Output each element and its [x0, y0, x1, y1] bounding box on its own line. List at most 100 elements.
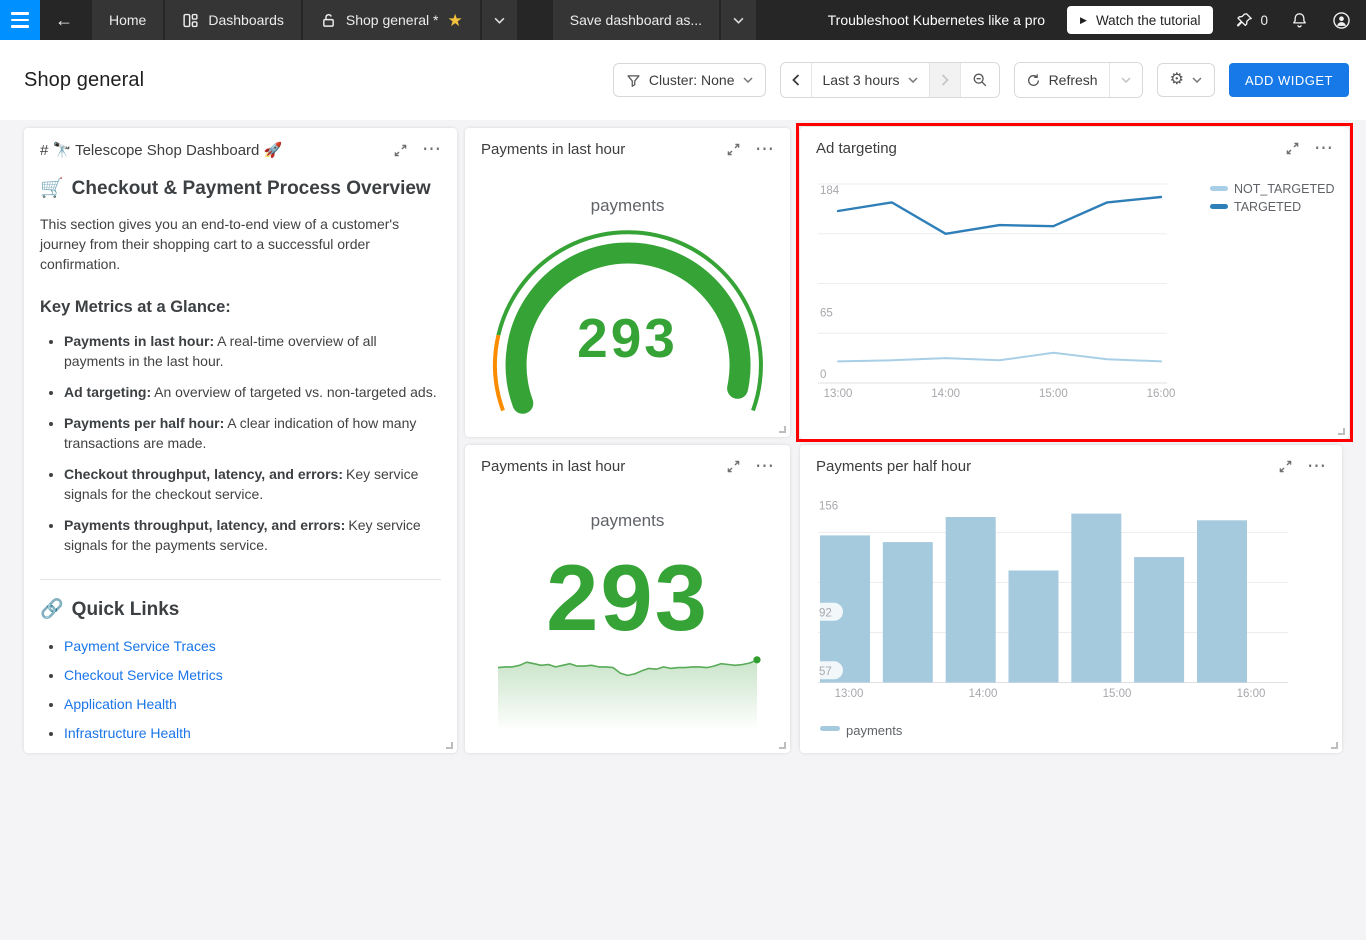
zoom-out-button[interactable] [960, 63, 999, 97]
refresh-icon [1026, 73, 1041, 88]
save-options-button[interactable] [721, 0, 756, 40]
sparkline-area [498, 660, 757, 731]
notifications-button[interactable] [1290, 11, 1309, 30]
widget-payments-number: Payments in last hour ⋯ payments 293 [465, 445, 790, 753]
x-axis-label: 13:00 [835, 688, 864, 700]
bar-15:00[interactable] [1071, 514, 1121, 683]
back-button[interactable]: ← [40, 0, 88, 40]
add-widget-button[interactable]: ADD WIDGET [1229, 63, 1349, 97]
gauge-chart [465, 128, 790, 437]
save-dashboard-as-button[interactable]: Save dashboard as... [553, 0, 719, 40]
chevron-down-icon [908, 77, 918, 83]
markdown-intro: This section gives you an end-to-end vie… [40, 214, 441, 274]
ad-targeting-chart: 18465013:0014:0015:0016:00NOT_TARGETEDTA… [800, 127, 1349, 439]
chevron-down-icon [494, 17, 505, 24]
bar-13:30[interactable] [883, 542, 933, 682]
list-item: Infrastructure Health [64, 724, 441, 743]
link-application-health[interactable]: Application Health [64, 696, 177, 712]
time-range-button[interactable]: Last 3 hours [811, 63, 929, 97]
watch-tutorial-button[interactable]: ▶ Watch the tutorial [1067, 6, 1213, 34]
navbar-right: Troubleshoot Kubernetes like a pro ▶ Wat… [828, 0, 1366, 40]
list-item: Checkout Service Metrics [64, 666, 441, 685]
svg-text:TARGETED: TARGETED [1234, 200, 1301, 214]
widget-payments-per-half-hour: Payments per half hour ⋯ 156925713:0014:… [800, 445, 1342, 753]
x-axis-label: 16:00 [1147, 388, 1176, 400]
tab-dashboards[interactable]: Dashboards [165, 0, 301, 40]
time-back-button[interactable] [781, 63, 811, 97]
x-axis-label: 16:00 [1237, 688, 1266, 700]
link-payment-service-traces[interactable]: Payment Service Traces [64, 638, 216, 654]
time-forward-button[interactable] [929, 63, 960, 97]
link-checkout-service-metrics[interactable]: Checkout Service Metrics [64, 667, 223, 683]
y-axis-label: 92 [819, 607, 832, 619]
chevron-down-icon [1192, 77, 1202, 83]
resize-handle[interactable] [779, 742, 786, 749]
gauge-value: 293 [465, 311, 790, 366]
lock-open-icon [320, 12, 337, 29]
bell-icon [1290, 11, 1309, 30]
refresh-control: Refresh [1014, 62, 1143, 98]
sparkline-chart [465, 445, 790, 753]
tab-shop-general[interactable]: Shop general * ★ [303, 0, 480, 40]
y-axis-label: 156 [819, 500, 838, 512]
markdown-body: 🛒Checkout & Payment Process Overview Thi… [24, 176, 457, 753]
page-header: Shop general Cluster: None Last 3 hours [0, 40, 1366, 120]
metrics-heading: Key Metrics at a Glance: [40, 298, 441, 317]
chevron-down-icon [1121, 77, 1131, 83]
y-axis-label: 0 [820, 369, 826, 381]
list-item: Checkout throughput, latency, and errors… [64, 464, 441, 504]
legend-item-TARGETED[interactable]: TARGETED [1210, 200, 1301, 214]
arrow-left-icon: ← [55, 10, 73, 31]
svg-text:NOT_TARGETED: NOT_TARGETED [1234, 182, 1334, 196]
avatar-icon [1331, 10, 1352, 31]
play-icon: ▶ [1080, 15, 1087, 26]
list-item: Payments in last hour:A real-time overvi… [64, 331, 441, 371]
nav-tabs: Home Dashboards Shop general * ★ [92, 0, 517, 40]
dashboards-icon [182, 12, 199, 29]
widget-title: # 🔭 Telescope Shop Dashboard 🚀 [40, 141, 394, 159]
list-item: Payments throughput, latency, and errors… [64, 515, 441, 555]
x-axis-label: 14:00 [969, 688, 998, 700]
payments-bar-chart: 156925713:0014:0015:0016:00payments [800, 445, 1342, 753]
bar-15:30[interactable] [1134, 557, 1184, 682]
resize-handle[interactable] [1331, 742, 1338, 749]
list-item: Application Health [64, 695, 441, 714]
svg-text:payments: payments [846, 723, 903, 738]
resize-handle[interactable] [446, 742, 453, 749]
cluster-filter-button[interactable]: Cluster: None [613, 63, 766, 97]
link-infrastructure-health[interactable]: Infrastructure Health [64, 725, 191, 741]
bar-14:00[interactable] [946, 517, 996, 683]
widget-payments-gauge: Payments in last hour ⋯ payments 293 [465, 128, 790, 437]
refresh-button[interactable]: Refresh [1015, 63, 1109, 97]
resize-handle[interactable] [779, 426, 786, 433]
settings-button[interactable]: ⚙ [1157, 63, 1215, 97]
resize-handle[interactable] [1338, 428, 1345, 435]
favorite-star-icon[interactable]: ★ [448, 12, 463, 29]
legend-item-payments[interactable]: payments [820, 723, 903, 738]
list-item: Payments per half hour:A clear indicatio… [64, 413, 441, 453]
y-axis-label: 184 [820, 185, 840, 197]
dashboard-grid: # 🔭 Telescope Shop Dashboard 🚀 ⋯ 🛒Checko… [0, 120, 1366, 940]
menu-button[interactable] [0, 0, 40, 40]
user-avatar-button[interactable] [1331, 10, 1352, 31]
quick-links-heading: 🔗Quick Links [40, 597, 441, 621]
refresh-options-button[interactable] [1109, 63, 1142, 97]
x-axis-label: 14:00 [931, 388, 960, 400]
more-options-icon[interactable]: ⋯ [422, 145, 441, 155]
zoom-out-icon [972, 72, 988, 88]
filter-icon [626, 73, 641, 88]
y-axis-label: 57 [819, 666, 832, 678]
chevron-down-icon [743, 77, 753, 83]
x-axis-label: 15:00 [1039, 388, 1068, 400]
bar-14:30[interactable] [1009, 571, 1059, 683]
save-dashboard-group: Save dashboard as... [553, 0, 756, 40]
bar-16:00[interactable] [1197, 520, 1247, 682]
pinned-items-button[interactable]: 0 [1235, 11, 1268, 30]
chevron-down-icon [733, 17, 744, 24]
tab-home[interactable]: Home [92, 0, 163, 40]
chevron-right-icon [941, 74, 949, 86]
expand-icon[interactable] [394, 144, 407, 157]
tabs-overflow-button[interactable] [482, 0, 517, 40]
legend-item-NOT_TARGETED[interactable]: NOT_TARGETED [1210, 182, 1334, 196]
markdown-heading: 🛒Checkout & Payment Process Overview [40, 176, 441, 200]
